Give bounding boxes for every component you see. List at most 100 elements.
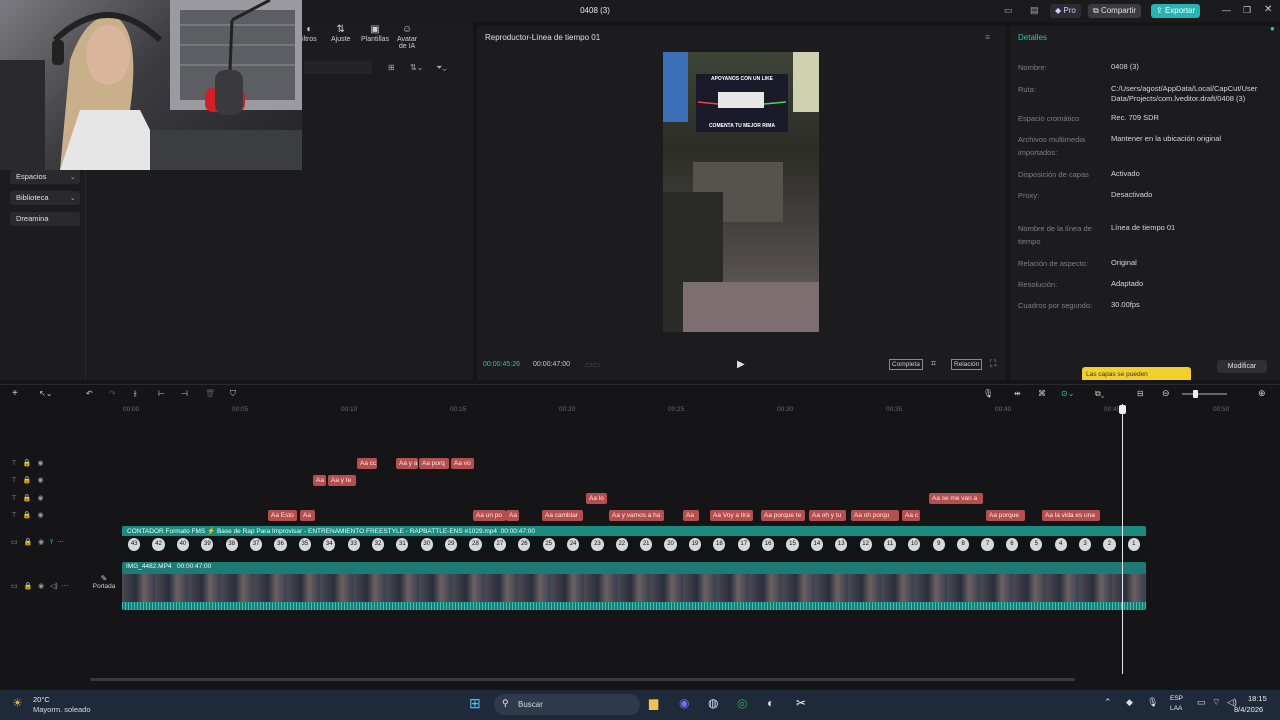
discord-icon[interactable]: ◉: [679, 696, 689, 710]
chrome-icon[interactable]: ◎: [737, 696, 747, 710]
text-clip[interactable]: Aa porque te: [761, 510, 805, 521]
text-clip[interactable]: Aa c: [902, 510, 920, 521]
text-track-controls[interactable]: ⊤ 🔒 ◉: [11, 494, 44, 502]
text-clip[interactable]: Aa: [506, 510, 519, 521]
main-video-clip[interactable]: IMG_4482.MP4 00:00:47:00: [122, 562, 1146, 610]
microphone-icon[interactable]: 🎙: [983, 389, 993, 398]
network-icon[interactable]: ⌔: [1212, 697, 1220, 708]
overlay-video-clip[interactable]: CONTADOR Formato FMS ⚡ Base de Rap Para …: [122, 526, 1146, 553]
text-clip[interactable]: Aa Voy a tira: [710, 510, 753, 521]
tool-adjust[interactable]: ⇅ Ajuste: [331, 24, 350, 43]
clock-time[interactable]: 18:15: [1248, 694, 1267, 703]
text-clip[interactable]: Aa y a: [396, 458, 418, 469]
language-top[interactable]: ESP: [1170, 695, 1183, 702]
text-clip[interactable]: Aa: [300, 510, 315, 521]
tool-ai-avatar[interactable]: ☺ Avatar de IA: [397, 24, 417, 50]
filter-menu-icon[interactable]: ⏷⌄: [436, 63, 447, 73]
play-button[interactable]: ▶: [737, 359, 745, 370]
zoom-slider[interactable]: [1182, 393, 1227, 395]
text-clip[interactable]: Aa cambiar: [542, 510, 583, 521]
text-clip[interactable]: Aa vo: [451, 458, 474, 469]
split-icon[interactable]: ⫲: [134, 389, 137, 399]
sort-icon[interactable]: ⇅⌄: [410, 63, 423, 72]
text-clip[interactable]: Aa oh porqu: [851, 510, 899, 521]
start-icon[interactable]: ⊞: [469, 695, 481, 712]
caption-icon[interactable]: ⊟: [1137, 389, 1144, 398]
preview-axis-icon[interactable]: ⧉⌄: [1095, 389, 1105, 399]
video-preview[interactable]: APOYANOS CON UN LIKE COMENTA TU MEJOR RI…: [663, 52, 819, 332]
text-clip[interactable]: Aa y te: [328, 475, 356, 486]
folder-icon[interactable]: ▆: [649, 696, 658, 710]
microphone-tray-icon[interactable]: 🎙: [1147, 697, 1158, 708]
text-track-controls[interactable]: ⊤ 🔒 ◉: [11, 476, 44, 484]
close-icon[interactable]: ✕: [1264, 4, 1272, 15]
text-track-controls[interactable]: ⊤ 🔒 ◉: [11, 511, 44, 519]
cover-button[interactable]: ✎ Portada: [91, 574, 117, 598]
restore-icon[interactable]: ❐: [1243, 5, 1251, 16]
focus-icon[interactable]: ⌗: [931, 358, 936, 369]
aspect-ratio-button[interactable]: Relación: [951, 359, 983, 370]
export-button[interactable]: ⇪ Exportar: [1151, 4, 1201, 18]
monitor-icon[interactable]: ▭: [1197, 697, 1206, 708]
text-track-controls[interactable]: ⊤ 🔒 ◉: [11, 459, 44, 467]
playhead[interactable]: [1122, 404, 1123, 674]
nav-spaces[interactable]: Espacios ⌄: [10, 170, 80, 184]
clock-date[interactable]: 8/4/2026: [1234, 705, 1263, 714]
trim-left-icon[interactable]: ⊢: [158, 389, 165, 398]
nav-dreamina[interactable]: Dreamina: [10, 212, 80, 226]
pro-button[interactable]: ◆ Pro: [1050, 4, 1081, 18]
panel-icon[interactable]: ▤: [1030, 5, 1039, 16]
redo-icon[interactable]: ↷: [109, 389, 116, 398]
tool-filters[interactable]: ◐ iltros: [302, 24, 317, 43]
language-bottom[interactable]: LAA: [1170, 705, 1182, 712]
select-tool-icon[interactable]: ↖⌄: [39, 389, 52, 398]
zoom-slider-handle[interactable]: [1193, 390, 1198, 398]
playhead-handle[interactable]: [1119, 405, 1126, 414]
weather-desc[interactable]: Mayorm. soleado: [33, 705, 91, 714]
modify-button[interactable]: Modificar: [1217, 360, 1267, 373]
search-box[interactable]: ⚲ Buscar: [494, 694, 640, 715]
text-clip[interactable]: Aa: [683, 510, 699, 521]
full-quality-button[interactable]: Completa: [889, 359, 923, 370]
text-clip[interactable]: Aa porque: [986, 510, 1025, 521]
text-clip[interactable]: Aa porq: [419, 458, 449, 469]
magnet-icon[interactable]: ⌘: [1038, 389, 1046, 398]
zoom-out-icon[interactable]: ⊖: [1162, 388, 1170, 399]
text-clip[interactable]: Aa oh y tu: [809, 510, 846, 521]
steam-icon[interactable]: ◍: [708, 696, 718, 710]
media-search-input[interactable]: [304, 61, 372, 74]
fullscreen-icon[interactable]: ⛶: [990, 358, 996, 369]
share-button[interactable]: ⧉ Compartir: [1088, 4, 1142, 18]
text-clip[interactable]: Aa cc: [357, 458, 377, 469]
link-icon[interactable]: ⇹: [1014, 389, 1021, 398]
delete-icon[interactable]: 🗑: [205, 389, 215, 398]
weather-temp[interactable]: 20°C: [33, 695, 50, 704]
layout-icon[interactable]: ▭: [1004, 5, 1013, 16]
undo-icon[interactable]: ↶: [86, 389, 93, 398]
text-clip[interactable]: Aa y vamos a ha: [609, 510, 664, 521]
menu-icon[interactable]: ≡: [985, 32, 990, 42]
zoom-fit-icon[interactable]: ⊕: [1258, 388, 1266, 399]
obs-icon[interactable]: ◐: [767, 696, 774, 710]
grid-view-icon[interactable]: ⊞: [388, 63, 395, 72]
capcut-icon[interactable]: ✂: [796, 696, 806, 710]
shield-icon[interactable]: ⛉: [230, 389, 236, 399]
tray-app-icon[interactable]: ◆: [1126, 697, 1133, 708]
text-clip[interactable]: Aa Esto: [268, 510, 297, 521]
snap-toggle-icon[interactable]: ⊙⌄: [1061, 389, 1074, 398]
trim-right-icon[interactable]: ⊣: [181, 389, 188, 398]
add-track-icon[interactable]: +: [12, 388, 18, 399]
text-clip[interactable]: Aa un po: [473, 510, 506, 521]
minimize-icon[interactable]: —: [1222, 5, 1231, 15]
nav-library[interactable]: Biblioteca ⌄: [10, 191, 80, 205]
text-clip[interactable]: Aa: [313, 475, 326, 486]
timeline-scrollbar[interactable]: [90, 678, 1075, 681]
text-clip[interactable]: Aa la vida es una: [1042, 510, 1100, 521]
tool-templates[interactable]: ▣ Plantillas: [361, 24, 389, 43]
timecode-mode-icon[interactable]: ▭▭: [585, 360, 600, 369]
text-clip[interactable]: Aa lo: [586, 493, 607, 504]
text-clip[interactable]: Aa se me van a: [929, 493, 983, 504]
video-track-controls[interactable]: ▭ 🔒 ◉ ⫯ ⋯: [11, 538, 64, 547]
chevron-up-icon[interactable]: ⌃: [1104, 697, 1112, 708]
main-track-controls[interactable]: ▭ 🔒 ◉ ◁) ⋯: [11, 582, 69, 590]
